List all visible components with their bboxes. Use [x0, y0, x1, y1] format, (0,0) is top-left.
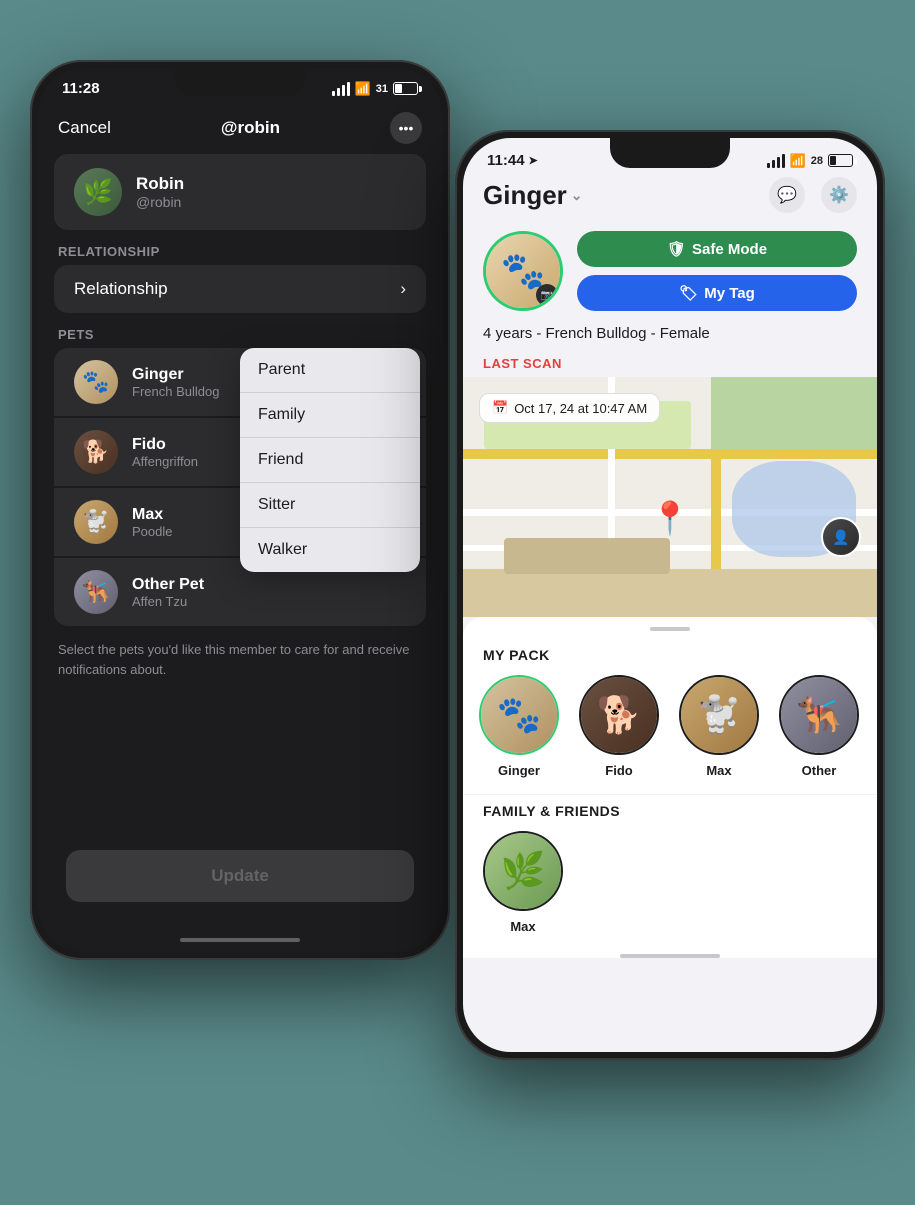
pet-name-fido: Fido — [132, 436, 198, 454]
relationship-value: Relationship — [74, 279, 168, 299]
pet-details: 4 years - French Bulldog - Female — [463, 325, 877, 352]
map-view[interactable]: 📅 Oct 17, 24 at 10:47 AM 📍 👤 — [463, 377, 877, 617]
safe-mode-button[interactable]: 🛡 Safe Mode — [577, 231, 857, 267]
pet-breed-ginger: French Bulldog — [132, 384, 219, 399]
user-row: 🌿 Robin @robin — [54, 154, 426, 230]
chat-icon: 💬 — [777, 185, 797, 205]
wifi-icon: 📶 — [355, 81, 371, 97]
tag-icon: 🏷 — [679, 284, 698, 302]
phone2-device: 11:44 ➤ 📶 28 Ginger ⌄ — [455, 130, 885, 1060]
dropdown-item-sitter[interactable]: Sitter — [240, 483, 420, 528]
pet-profile-avatar: 🐾 📷 — [483, 231, 563, 311]
family-avatar-max: 🌿 — [483, 831, 563, 911]
phone1-header: Cancel @robin ••• — [38, 102, 442, 154]
pack-name-max: Max — [706, 763, 731, 778]
pack-avatar-ginger: 🐾 — [479, 675, 559, 755]
more-button[interactable]: ••• — [390, 112, 422, 144]
pet-avatar-other: 🐕‍🦺 — [74, 570, 118, 614]
last-scan-label: LAST SCAN — [463, 352, 877, 377]
cancel-button[interactable]: Cancel — [58, 118, 111, 138]
chat-icon-button[interactable]: 💬 — [769, 177, 805, 213]
relationship-label: Relationship — [38, 230, 442, 265]
family-friends-section: FAMILY & FRIENDS 🌿 Max — [463, 794, 877, 954]
pack-avatar-fido: 🐕 — [579, 675, 659, 755]
bottom-sheet: MY PACK 🐾 Ginger 🐕 Fido 🐩 — [463, 617, 877, 958]
battery-icon — [393, 82, 418, 95]
settings-icon-button[interactable]: ⚙️ — [821, 177, 857, 213]
family-friends-title: FAMILY & FRIENDS — [463, 803, 877, 831]
map-pin: 📍 — [650, 499, 690, 537]
pet-breed-other: Affen Tzu — [132, 594, 204, 609]
pack-row: 🐾 Ginger 🐕 Fido 🐩 Max — [463, 675, 877, 794]
phone2-battery-icon — [828, 154, 853, 167]
phone2-battery-percent: 28 — [811, 155, 823, 167]
pack-item-fido[interactable]: 🐕 Fido — [579, 675, 659, 778]
pet-avatar-max: 🐩 — [74, 500, 118, 544]
pack-name-other: Other — [802, 763, 837, 778]
pet-breed-fido: Affengriffon — [132, 454, 198, 469]
update-button[interactable]: Update — [66, 850, 414, 902]
camera-badge[interactable]: 📷 — [536, 284, 558, 306]
phone2-signal-icon — [767, 154, 785, 168]
map-user-avatar: 👤 — [821, 517, 861, 557]
family-item-max[interactable]: 🌿 Max — [483, 831, 563, 934]
pack-item-max[interactable]: 🐩 Max — [679, 675, 759, 778]
pack-item-other[interactable]: 🐕‍🦺 Other — [779, 675, 859, 778]
signal-icon — [332, 82, 350, 96]
dropdown-item-parent[interactable]: Parent — [240, 348, 420, 393]
map-date-badge: 📅 Oct 17, 24 at 10:47 AM — [479, 393, 660, 423]
shield-icon: 🛡 — [667, 240, 686, 258]
helper-text: Select the pets you'd like this member t… — [38, 628, 442, 691]
pets-section-label: PETS — [38, 313, 442, 348]
header-title: @robin — [221, 118, 280, 138]
phone1-device: 11:28 📶 31 Cancel @robin ••• — [30, 60, 450, 960]
ginger-header: Ginger ⌄ 💬 ⚙️ — [463, 169, 877, 223]
pet-name-other: Other Pet — [132, 576, 204, 594]
pet-breed-max: Poodle — [132, 524, 172, 539]
pack-name-ginger: Ginger — [498, 763, 540, 778]
pet-title: Ginger — [483, 180, 567, 211]
my-tag-label: My Tag — [704, 285, 755, 302]
sheet-handle — [650, 627, 690, 631]
pet-name-max: Max — [132, 506, 172, 524]
phone2-wifi-icon: 📶 — [790, 153, 806, 169]
dropdown-item-friend[interactable]: Friend — [240, 438, 420, 483]
pet-name-ginger: Ginger — [132, 366, 219, 384]
dropdown-item-family[interactable]: Family — [240, 393, 420, 438]
settings-icon: ⚙️ — [829, 185, 849, 205]
dropdown-item-walker[interactable]: Walker — [240, 528, 420, 572]
scan-date: Oct 17, 24 at 10:47 AM — [514, 401, 647, 416]
my-tag-button[interactable]: 🏷 My Tag — [577, 275, 857, 311]
pack-item-ginger[interactable]: 🐾 Ginger — [479, 675, 559, 778]
pack-avatar-other: 🐕‍🦺 — [779, 675, 859, 755]
phone2-home-indicator — [620, 954, 720, 958]
user-avatar: 🌿 — [74, 168, 122, 216]
phone1-notch — [175, 68, 305, 96]
relationship-dropdown: Parent Family Friend Sitter Walker — [240, 348, 420, 572]
pet-avatar-fido: 🐕 — [74, 430, 118, 474]
location-icon: ➤ — [529, 154, 538, 167]
user-handle: @robin — [136, 194, 184, 210]
pet-avatar-ginger: 🐾 — [74, 360, 118, 404]
user-name: Robin — [136, 174, 184, 194]
battery-percent: 31 — [376, 83, 388, 95]
family-name-max: Max — [510, 919, 535, 934]
phone2-time: 11:44 — [487, 152, 525, 169]
user-map-icon: 👤 — [832, 529, 849, 546]
pack-avatar-max: 🐩 — [679, 675, 759, 755]
more-icon: ••• — [399, 120, 414, 136]
chevron-down-icon[interactable]: ⌄ — [571, 187, 583, 204]
phone2-notch — [610, 138, 730, 168]
safe-mode-label: Safe Mode — [692, 241, 767, 258]
home-indicator — [180, 938, 300, 942]
family-row: 🌿 Max — [463, 831, 877, 954]
calendar-icon: 📅 — [492, 400, 508, 416]
relationship-row[interactable]: Relationship › — [54, 265, 426, 313]
my-pack-title: MY PACK — [463, 647, 877, 675]
pet-profile-row: 🐾 📷 🛡 Safe Mode 🏷 My Tag — [463, 223, 877, 325]
phone1-time: 11:28 — [62, 80, 100, 97]
pack-name-fido: Fido — [605, 763, 632, 778]
chevron-icon: › — [400, 279, 406, 299]
